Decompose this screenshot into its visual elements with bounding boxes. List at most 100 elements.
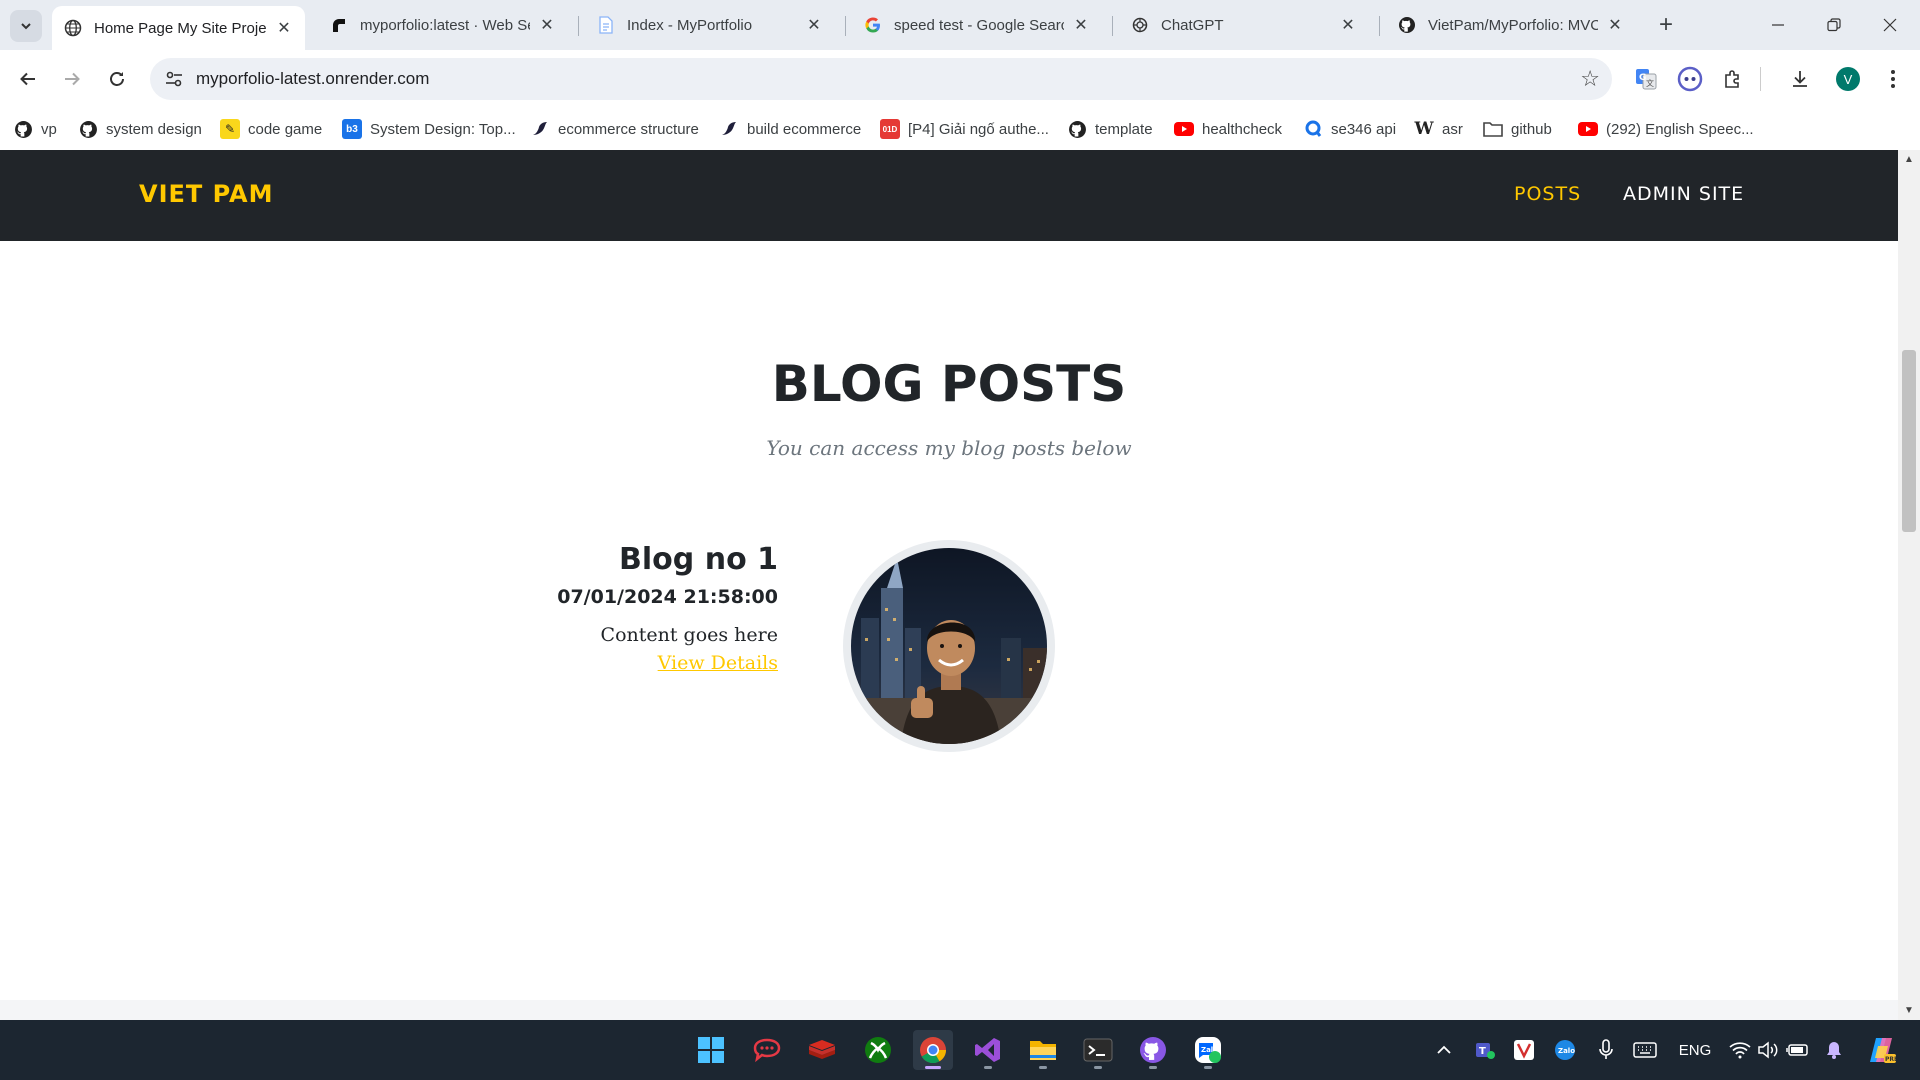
- bookmark-label: template: [1095, 120, 1153, 138]
- bookmark-star-icon[interactable]: ☆: [1580, 66, 1600, 92]
- close-icon: [1883, 18, 1896, 32]
- bookmark-item[interactable]: system design: [78, 118, 202, 140]
- close-icon[interactable]: ✕: [275, 18, 293, 38]
- bookmark-item[interactable]: se346 api: [1303, 118, 1396, 140]
- close-window-button[interactable]: [1862, 0, 1917, 50]
- browser-tab-6[interactable]: VietPam/MyPorfolio: MVC ✕: [1386, 7, 1636, 43]
- bookmark-label: healthcheck: [1202, 120, 1283, 138]
- tab-search-button[interactable]: [10, 10, 42, 42]
- show-hidden-icons-button[interactable]: [1434, 1038, 1454, 1062]
- redis-icon[interactable]: [802, 1030, 842, 1070]
- bookmark-item[interactable]: template: [1067, 118, 1153, 140]
- pencil-icon: ✎: [220, 119, 240, 139]
- rocketchat-icon[interactable]: [747, 1030, 787, 1070]
- bookmark-item[interactable]: (292) English Speec...: [1578, 118, 1754, 140]
- bookmark-item[interactable]: ecommerce structure: [530, 118, 699, 140]
- github-icon: [78, 119, 98, 139]
- windows-taskbar: Zalo T Zalo ENG PRE: [0, 1020, 1920, 1080]
- github-icon: [1067, 119, 1087, 139]
- bookmark-item[interactable]: healthcheck: [1174, 118, 1282, 140]
- folder-icon: [1483, 119, 1503, 139]
- bookmark-item[interactable]: W asr: [1414, 118, 1462, 140]
- running-indicator: [1204, 1066, 1212, 1069]
- forward-button[interactable]: [55, 62, 89, 96]
- microphone-icon[interactable]: [1594, 1038, 1618, 1062]
- browser-tab-2[interactable]: myporfolio:latest · Web Se ✕: [318, 7, 568, 43]
- address-bar[interactable]: myporfolio-latest.onrender.com ☆: [150, 58, 1612, 100]
- render-icon: [330, 16, 348, 34]
- zalo-tray-icon[interactable]: Zalo: [1553, 1038, 1577, 1062]
- browser-tab-1[interactable]: Home Page My Site Project ✕: [52, 6, 305, 50]
- minimize-button[interactable]: [1750, 0, 1805, 50]
- chrome-icon[interactable]: [913, 1030, 953, 1070]
- site-navbar: VIET PAM POSTS ADMIN SITE: [0, 150, 1898, 241]
- tab-divider: [1112, 16, 1113, 36]
- bookmark-item[interactable]: vp: [13, 118, 57, 140]
- back-button[interactable]: [11, 62, 45, 96]
- new-tab-button[interactable]: +: [1651, 10, 1681, 40]
- reload-icon: [110, 72, 124, 86]
- windows-start-icon[interactable]: [691, 1030, 731, 1070]
- bird-icon: [719, 119, 739, 139]
- running-indicator: [1039, 1066, 1047, 1069]
- browser-tab-3[interactable]: Index - MyPortfolio ✕: [585, 7, 835, 43]
- close-icon[interactable]: ✕: [1072, 15, 1090, 35]
- xbox-icon[interactable]: [858, 1030, 898, 1070]
- zalo-icon[interactable]: Zalo: [1188, 1030, 1228, 1070]
- volume-icon[interactable]: [1756, 1038, 1780, 1062]
- post-title: Blog no 1: [619, 542, 778, 577]
- nav-link-admin-site[interactable]: ADMIN SITE: [1623, 183, 1744, 205]
- extensions-puzzle-icon[interactable]: [1717, 63, 1749, 95]
- file-explorer-icon[interactable]: [1023, 1030, 1063, 1070]
- browser-tab-4[interactable]: speed test - Google Search ✕: [852, 7, 1102, 43]
- teams-icon[interactable]: T: [1473, 1038, 1497, 1062]
- close-icon[interactable]: ✕: [805, 15, 823, 35]
- bookmarks-bar: vp system design ✎ code game b3 System D…: [0, 108, 1920, 150]
- browser-toolbar: myporfolio-latest.onrender.com ☆ G文: [0, 50, 1920, 108]
- vivaldi-v-icon[interactable]: [1512, 1038, 1536, 1062]
- tab-title: speed test - Google Search: [894, 16, 1064, 34]
- google-translate-icon[interactable]: G文: [1630, 63, 1662, 95]
- site-info-icon[interactable]: [164, 69, 184, 89]
- download-icon[interactable]: [1784, 63, 1816, 95]
- nav-link-posts[interactable]: POSTS: [1514, 183, 1581, 205]
- scroll-up-arrow-icon[interactable]: ▲: [1904, 154, 1914, 165]
- wifi-icon[interactable]: [1728, 1038, 1752, 1062]
- close-icon[interactable]: ✕: [1339, 15, 1357, 35]
- bookmark-item[interactable]: github: [1483, 118, 1552, 140]
- copilot-icon[interactable]: PRE: [1864, 1038, 1898, 1063]
- bookmark-item[interactable]: build ecommerce: [719, 118, 861, 140]
- url-text[interactable]: myporfolio-latest.onrender.com: [196, 69, 429, 89]
- bookmark-item[interactable]: b3 System Design: Top...: [342, 118, 516, 140]
- scrollbar-thumb[interactable]: [1902, 350, 1916, 532]
- close-icon[interactable]: ✕: [538, 15, 556, 35]
- tab-title: Home Page My Site Project: [94, 19, 267, 37]
- battery-icon[interactable]: [1786, 1038, 1810, 1062]
- notification-bell-icon[interactable]: [1822, 1038, 1846, 1062]
- restore-button[interactable]: [1806, 0, 1861, 50]
- section-subtitle: You can access my blog posts below: [766, 436, 1132, 460]
- reload-button[interactable]: [100, 62, 134, 96]
- web-page: VIET PAM POSTS ADMIN SITE BLOG POSTS You…: [0, 150, 1898, 1020]
- browser-tab-5[interactable]: ChatGPT ✕: [1119, 7, 1369, 43]
- arrow-right-icon: [65, 72, 80, 86]
- github-desktop-icon[interactable]: [1133, 1030, 1173, 1070]
- language-indicator[interactable]: ENG: [1675, 1038, 1715, 1062]
- bookmark-label: se346 api: [1331, 120, 1397, 138]
- close-icon[interactable]: ✕: [1606, 15, 1624, 35]
- tab-title: Index - MyPortfolio: [627, 16, 753, 34]
- bookmark-item[interactable]: 01D [P4] Giải ngố authe...: [880, 118, 1049, 140]
- view-details-link[interactable]: View Details: [658, 652, 778, 674]
- chatgpt-icon: [1131, 16, 1149, 34]
- terminal-icon[interactable]: [1078, 1030, 1118, 1070]
- browser-menu-button[interactable]: [1877, 63, 1909, 95]
- svg-text:PRE: PRE: [1885, 1056, 1896, 1063]
- bookmark-item[interactable]: ✎ code game: [220, 118, 322, 140]
- site-brand[interactable]: VIET PAM: [139, 180, 273, 208]
- visual-studio-icon[interactable]: [968, 1030, 1008, 1070]
- profile-avatar[interactable]: V: [1836, 67, 1860, 91]
- keyboard-icon[interactable]: [1632, 1038, 1658, 1062]
- page-scrollbar[interactable]: ▲ ▼: [1898, 150, 1920, 1020]
- scroll-down-arrow-icon[interactable]: ▼: [1904, 1005, 1914, 1016]
- extension-eye-icon[interactable]: [1674, 63, 1706, 95]
